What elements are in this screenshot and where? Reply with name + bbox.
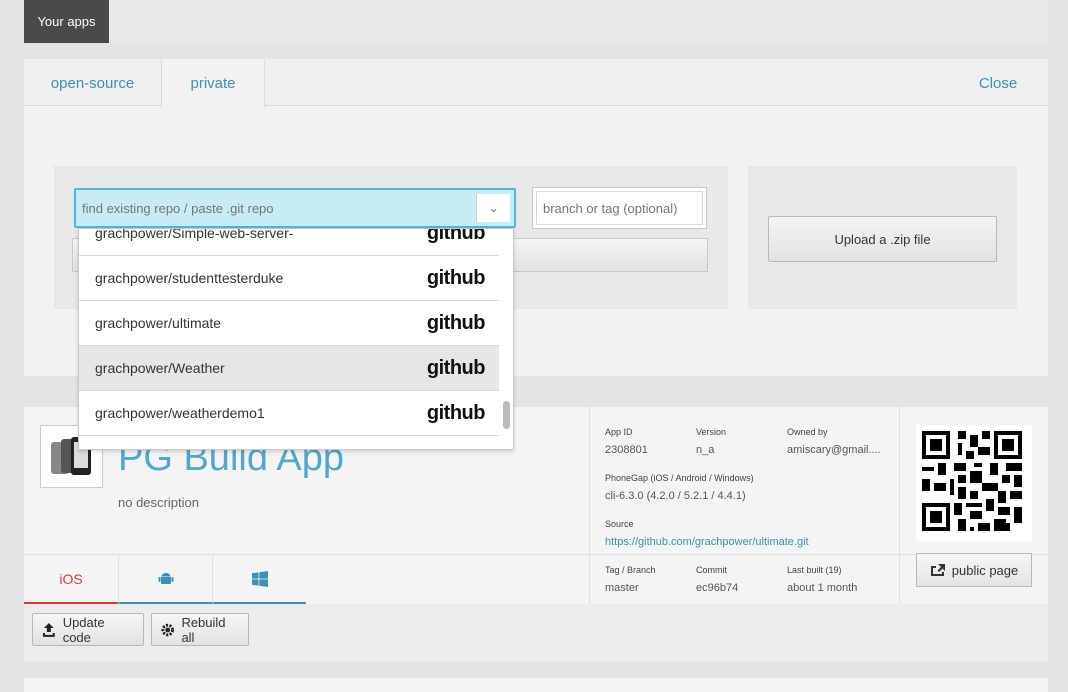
app-id-value: 2308801 xyxy=(605,444,648,456)
repo-search-input[interactable] xyxy=(80,194,476,222)
rebuild-all-button[interactable]: Rebuild all xyxy=(151,613,249,646)
ios-label: iOS xyxy=(59,570,83,587)
owner-value: amiscary@gmail.... xyxy=(787,444,881,456)
repo-item[interactable]: grachpower/ultimate github xyxy=(79,301,499,346)
branch-field-wrap xyxy=(532,187,707,229)
repo-name: grachpower/weatherdemo1 xyxy=(95,405,265,421)
close-label: Close xyxy=(978,74,1018,92)
repo-search-field: ⌄ xyxy=(74,188,516,228)
update-code-label: Update code xyxy=(62,614,105,645)
tab-open-source-label: open-source xyxy=(50,74,135,92)
upload-icon xyxy=(42,622,55,637)
upload-zip-label: Upload a .zip file xyxy=(834,231,931,247)
tab-private[interactable]: private xyxy=(161,59,265,107)
dropdown-scrollbar[interactable] xyxy=(503,401,510,429)
repo-item[interactable]: grachpower/Simple-web-server- github xyxy=(79,228,499,256)
upload-zip-button[interactable]: Upload a .zip file xyxy=(768,216,997,262)
repo-dropdown: grachpower/Simple-web-server- github gra… xyxy=(78,228,514,450)
last-built-label: Last built (19) xyxy=(787,565,842,575)
source-link[interactable]: https://github.com/grachpower/ultimate.g… xyxy=(605,536,809,548)
branch-label: Tag / Branch xyxy=(605,565,656,575)
tab-ios[interactable]: iOS xyxy=(24,555,118,605)
gear-icon xyxy=(161,623,174,636)
tab-private-label: private xyxy=(190,74,236,92)
app-meta: App ID 2308801 Version n_a Owned by amis… xyxy=(589,407,899,604)
app-id-label: App ID xyxy=(605,427,633,437)
qr-column: public page xyxy=(899,407,1048,604)
public-page-label: public page xyxy=(951,562,1019,578)
repo-name: grachpower/Simple-web-server- xyxy=(95,228,294,241)
branch-value: master xyxy=(605,582,639,594)
github-icon: github xyxy=(426,228,486,244)
owner-label: Owned by xyxy=(787,427,828,437)
repo-name: grachpower/Weather xyxy=(95,360,225,376)
repo-name: grachpower/studenttesterduke xyxy=(95,270,284,286)
commit-label: Commit xyxy=(696,565,727,575)
close-link[interactable]: Close xyxy=(978,59,1018,107)
qr-code xyxy=(916,425,1032,541)
app-description: no description xyxy=(118,495,199,510)
repo-name: grachpower/ultimate xyxy=(95,315,222,331)
your-apps-label: Your apps xyxy=(37,14,96,29)
source-tabs: open-source private Close xyxy=(24,59,1048,107)
github-icon: github xyxy=(426,356,486,379)
source-label: Source xyxy=(605,519,634,529)
repo-item[interactable]: grachpower/weatherdemo1 github xyxy=(79,391,499,436)
branch-input[interactable] xyxy=(536,191,703,225)
zip-box: Upload a .zip file xyxy=(748,166,1017,309)
phonegap-label: PhoneGap (iOS / Android / Windows) xyxy=(605,473,754,483)
github-icon: github xyxy=(426,401,486,424)
your-apps-tab[interactable]: Your apps xyxy=(24,0,109,43)
update-code-button[interactable]: Update code xyxy=(32,613,144,646)
commit-value: ec96b74 xyxy=(696,582,739,594)
tab-open-source[interactable]: open-source xyxy=(24,59,161,107)
next-app-card xyxy=(24,678,1048,692)
qr-code-icon xyxy=(922,431,1022,531)
version-value: n_a xyxy=(696,444,715,456)
chevron-down-icon[interactable]: ⌄ xyxy=(476,194,510,222)
github-icon: github xyxy=(426,266,486,289)
version-label: Version xyxy=(696,427,727,437)
top-strip xyxy=(109,0,1048,43)
repo-item[interactable]: grachpower/Weather github xyxy=(79,346,499,391)
phonegap-value: cli-6.3.0 (4.2.0 / 5.2.1 / 4.4.1) xyxy=(605,490,746,502)
tab-windows[interactable] xyxy=(212,555,306,605)
rebuild-all-label: Rebuild all xyxy=(181,614,226,645)
android-icon xyxy=(158,572,173,584)
app-actions: Update code Rebuild all xyxy=(24,604,1048,662)
last-built-value: about 1 month xyxy=(787,582,858,594)
github-icon: github xyxy=(426,311,486,334)
repo-item[interactable]: grachpower/studenttesterduke github xyxy=(79,256,499,301)
public-page-button[interactable]: public page xyxy=(916,553,1032,587)
tab-android[interactable] xyxy=(118,555,212,605)
share-icon xyxy=(930,564,945,576)
windows-icon xyxy=(251,570,268,587)
